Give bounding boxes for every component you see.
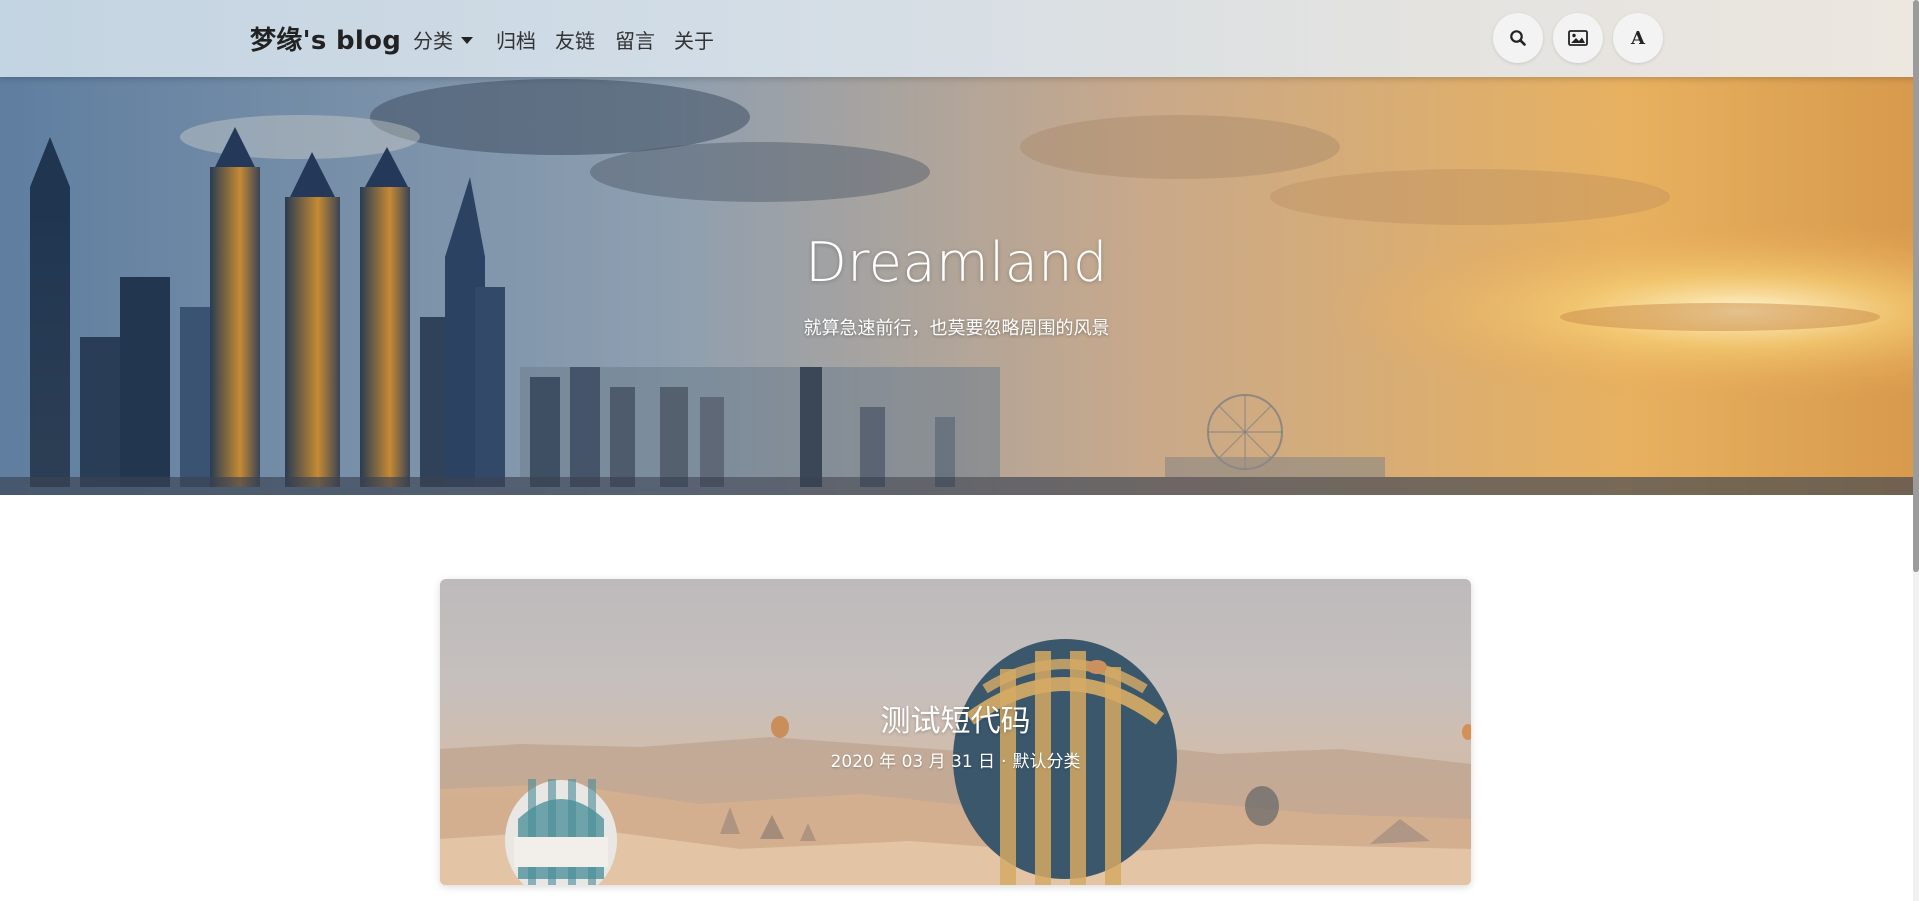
- post-title[interactable]: 测试短代码: [440, 696, 1471, 740]
- hero-banner: Dreamland 就算急速前行，也莫要忽略周围的风景: [0, 77, 1913, 495]
- post-card[interactable]: 测试短代码 2020 年 03 月 31 日 · 默认分类: [440, 579, 1471, 885]
- scrollbar-thumb[interactable]: [1913, 0, 1919, 572]
- image-icon: [1568, 30, 1588, 46]
- page-scrollbar[interactable]: [1913, 0, 1919, 901]
- navbar: 梦缘's blog 分类 归档 友链 留言 关于 A: [0, 0, 1919, 77]
- hero-title: Dreamland: [805, 231, 1108, 294]
- background-image-button[interactable]: [1553, 13, 1603, 63]
- nav-item-category-label: 分类: [413, 29, 453, 53]
- post-category[interactable]: 默认分类: [1012, 752, 1080, 772]
- search-button[interactable]: [1493, 13, 1543, 63]
- font-toggle-button[interactable]: A: [1613, 13, 1663, 63]
- hero-subtitle: 就算急速前行，也莫要忽略周围的风景: [803, 318, 1110, 339]
- nav-item-guestbook[interactable]: 留言: [615, 25, 655, 54]
- nav-item-about[interactable]: 关于: [674, 25, 714, 54]
- nav-item-category[interactable]: 分类: [413, 25, 473, 54]
- nav-item-links[interactable]: 友链: [555, 25, 595, 54]
- post-date: 2020 年 03 月 31 日: [830, 752, 996, 772]
- site-brand[interactable]: 梦缘's blog: [250, 20, 401, 57]
- search-icon: [1510, 30, 1526, 46]
- post-meta: 2020 年 03 月 31 日 · 默认分类: [440, 747, 1471, 772]
- meta-separator: ·: [1001, 752, 1007, 772]
- nav-item-archive[interactable]: 归档: [496, 25, 536, 54]
- caret-down-icon: [461, 37, 473, 44]
- font-icon: A: [1631, 27, 1645, 49]
